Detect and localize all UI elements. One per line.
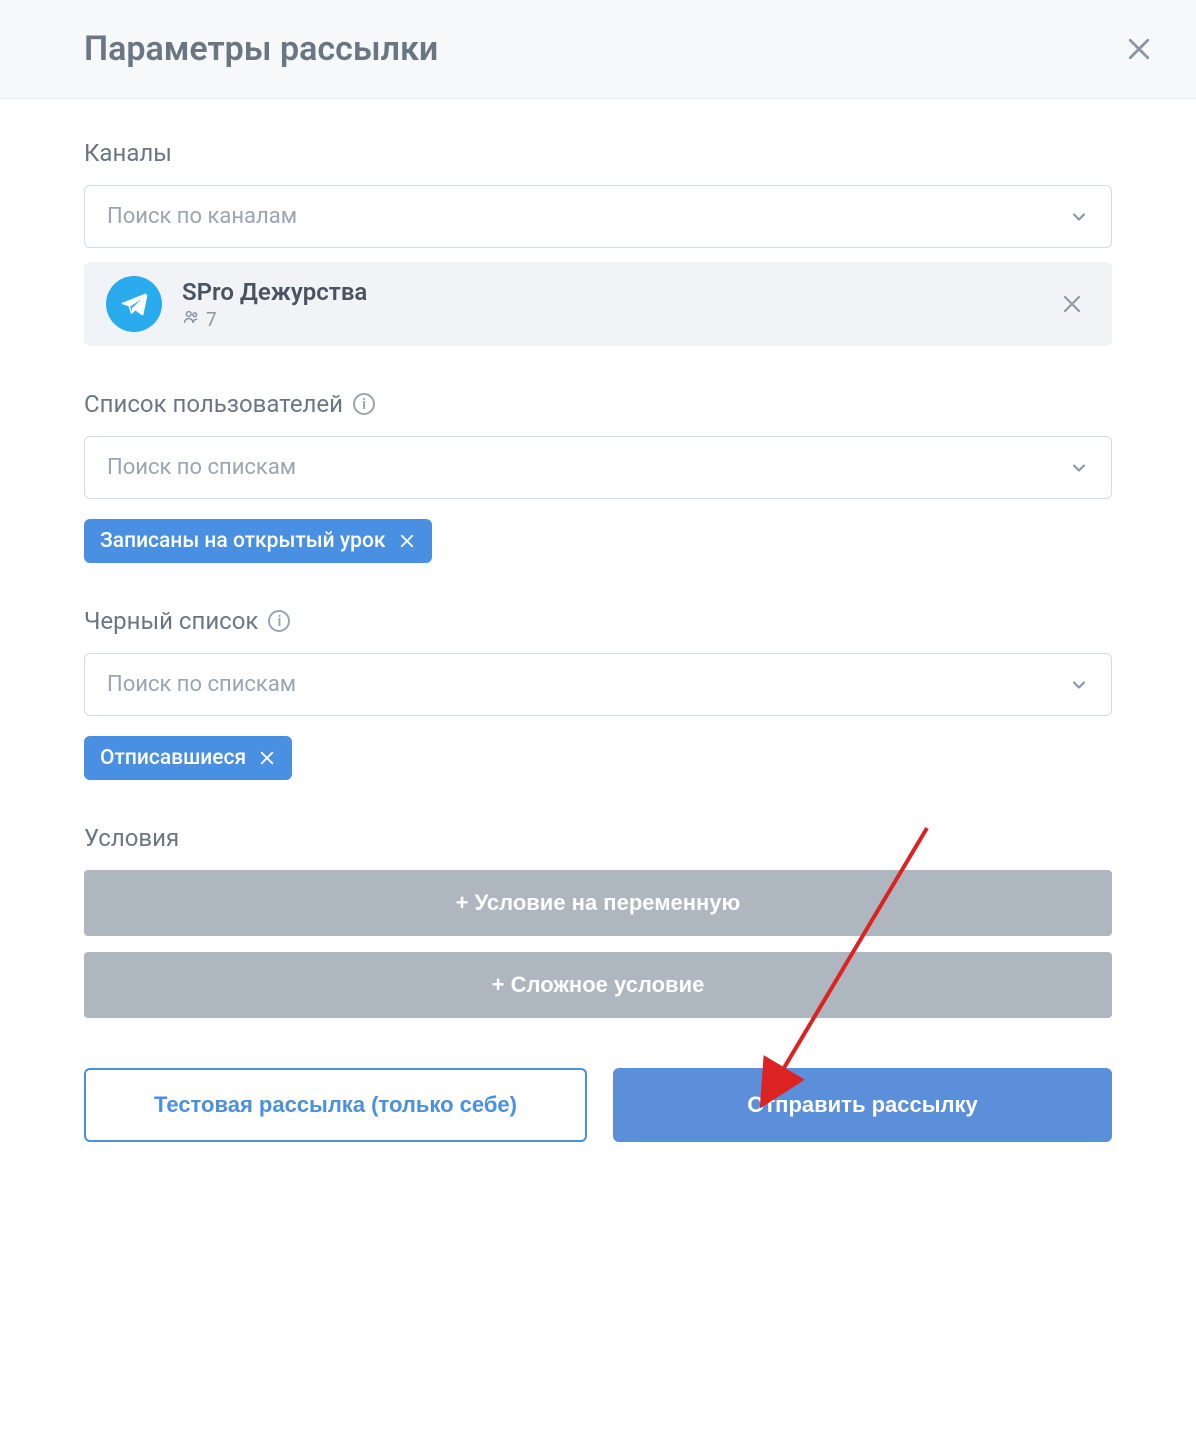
channels-placeholder: Поиск по каналам	[107, 204, 297, 229]
broadcast-settings-modal: Параметры рассылки Каналы Поиск по канал…	[0, 0, 1196, 1182]
modal-title: Параметры рассылки	[84, 29, 438, 69]
section-channels: Каналы Поиск по каналам SPro Дежурства	[84, 139, 1112, 346]
footer-actions: Тестовая рассылка (только себе) Отправит…	[84, 1068, 1112, 1142]
section-blacklist: Черный список i Поиск по спискам Отписав…	[84, 607, 1112, 780]
channels-search-select[interactable]: Поиск по каналам	[84, 185, 1112, 248]
add-variable-condition-button[interactable]: + Условие на переменную	[84, 870, 1112, 936]
chevron-down-icon	[1069, 207, 1089, 227]
chevron-down-icon	[1069, 675, 1089, 695]
blacklist-tag: Отписавшиеся	[84, 736, 292, 780]
blacklist-placeholder: Поиск по спискам	[107, 672, 296, 697]
blacklist-tag-label: Отписавшиеся	[100, 746, 246, 770]
close-icon[interactable]	[1118, 28, 1160, 70]
remove-channel-icon[interactable]	[1054, 286, 1090, 322]
remove-tag-icon[interactable]	[398, 532, 416, 550]
userlist-label: Список пользователей i	[84, 390, 1112, 418]
channel-name: SPro Дежурства	[182, 278, 367, 306]
info-icon[interactable]: i	[268, 610, 290, 632]
telegram-icon	[106, 276, 162, 332]
chevron-down-icon	[1069, 458, 1089, 478]
section-userlist: Список пользователей i Поиск по спискам …	[84, 390, 1112, 563]
section-conditions: Условия + Условие на переменную + Сложно…	[84, 824, 1112, 1142]
conditions-label: Условия	[84, 824, 1112, 852]
userlist-tag-label: Записаны на открытый урок	[100, 529, 386, 553]
channel-members: 7	[182, 308, 367, 331]
members-icon	[182, 308, 200, 331]
userlist-search-select[interactable]: Поиск по спискам	[84, 436, 1112, 499]
remove-tag-icon[interactable]	[258, 749, 276, 767]
userlist-placeholder: Поиск по спискам	[107, 455, 296, 480]
modal-body: Каналы Поиск по каналам SPro Дежурства	[0, 99, 1196, 1182]
selected-channel-chip: SPro Дежурства 7	[84, 262, 1112, 346]
channels-label: Каналы	[84, 139, 1112, 167]
info-icon[interactable]: i	[353, 393, 375, 415]
channel-members-count: 7	[206, 308, 217, 331]
add-complex-condition-button[interactable]: + Сложное условие	[84, 952, 1112, 1018]
modal-header: Параметры рассылки	[0, 0, 1196, 99]
send-broadcast-button[interactable]: Отправить рассылку	[613, 1068, 1112, 1142]
blacklist-search-select[interactable]: Поиск по спискам	[84, 653, 1112, 716]
blacklist-label: Черный список i	[84, 607, 1112, 635]
test-broadcast-button[interactable]: Тестовая рассылка (только себе)	[84, 1068, 587, 1142]
userlist-tag: Записаны на открытый урок	[84, 519, 432, 563]
